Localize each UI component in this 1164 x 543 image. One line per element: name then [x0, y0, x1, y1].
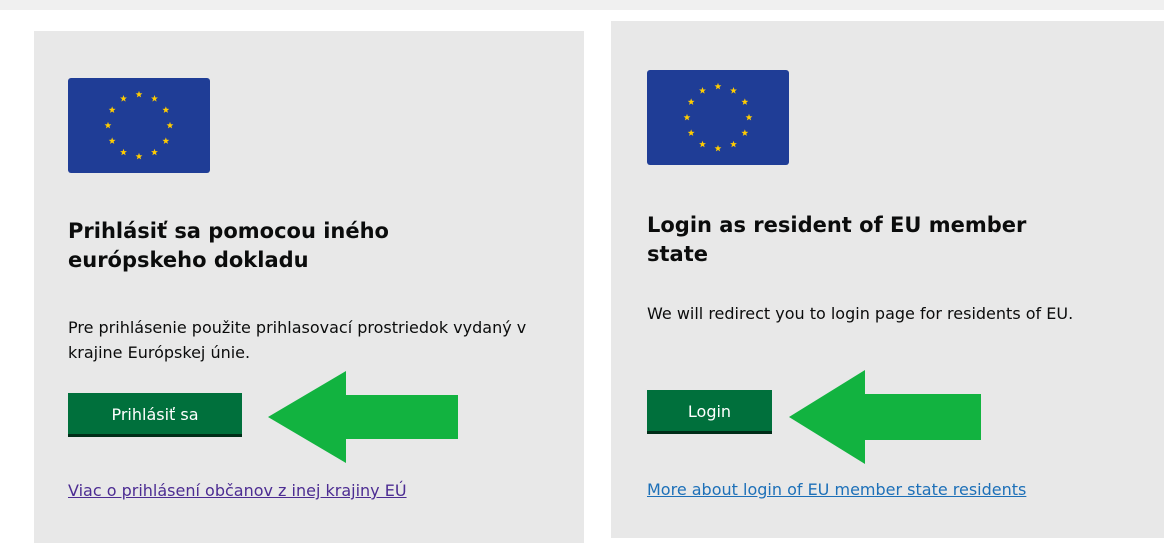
- flag-star: [687, 98, 695, 105]
- flag-star: [166, 121, 174, 129]
- flag-star: [135, 152, 143, 160]
- flag-star: [108, 106, 116, 113]
- eu-flag-icon: [68, 78, 210, 173]
- flag-star: [714, 82, 722, 90]
- flag-star: [687, 129, 695, 136]
- flag-star: [683, 113, 691, 121]
- flag-star: [699, 87, 706, 94]
- flag-star: [162, 137, 170, 144]
- flag-star: [730, 87, 737, 94]
- top-strip: [0, 0, 1164, 10]
- flag-star: [745, 113, 753, 121]
- flag-star: [162, 106, 170, 113]
- flag-star: [151, 148, 158, 156]
- more-info-link[interactable]: More about login of EU member state resi…: [647, 479, 1026, 501]
- flag-star: [741, 129, 749, 136]
- card-description: We will redirect you to login page for r…: [647, 304, 1074, 323]
- card-title: Prihlásiť sa pomocou iného európskeho do…: [68, 219, 389, 272]
- more-info-link[interactable]: Viac o prihlásení občanov z inej krajiny…: [68, 480, 407, 502]
- login-button[interactable]: Login: [647, 390, 772, 434]
- flag-star: [120, 148, 127, 156]
- flag-star: [741, 98, 749, 105]
- flag-star: [714, 144, 722, 152]
- flag-star: [120, 95, 127, 102]
- arrow-left-icon: [789, 370, 981, 464]
- flag-star: [104, 121, 112, 129]
- flag-star: [108, 137, 116, 144]
- card-description: Pre prihlásenie použite prihlasovací pro…: [68, 318, 527, 362]
- flag-star: [699, 140, 706, 148]
- flag-star: [135, 90, 143, 98]
- flag-star: [151, 95, 158, 102]
- eu-login-card-en: Login as resident of EU member state We …: [611, 21, 1164, 538]
- arrow-left-icon: [268, 371, 458, 463]
- login-button[interactable]: Prihlásiť sa: [68, 393, 242, 437]
- flag-star: [730, 140, 737, 148]
- eu-flag-icon: [647, 70, 789, 165]
- card-title: Login as resident of EU member state: [647, 213, 1027, 266]
- eu-login-card-sk: Prihlásiť sa pomocou iného európskeho do…: [34, 31, 584, 543]
